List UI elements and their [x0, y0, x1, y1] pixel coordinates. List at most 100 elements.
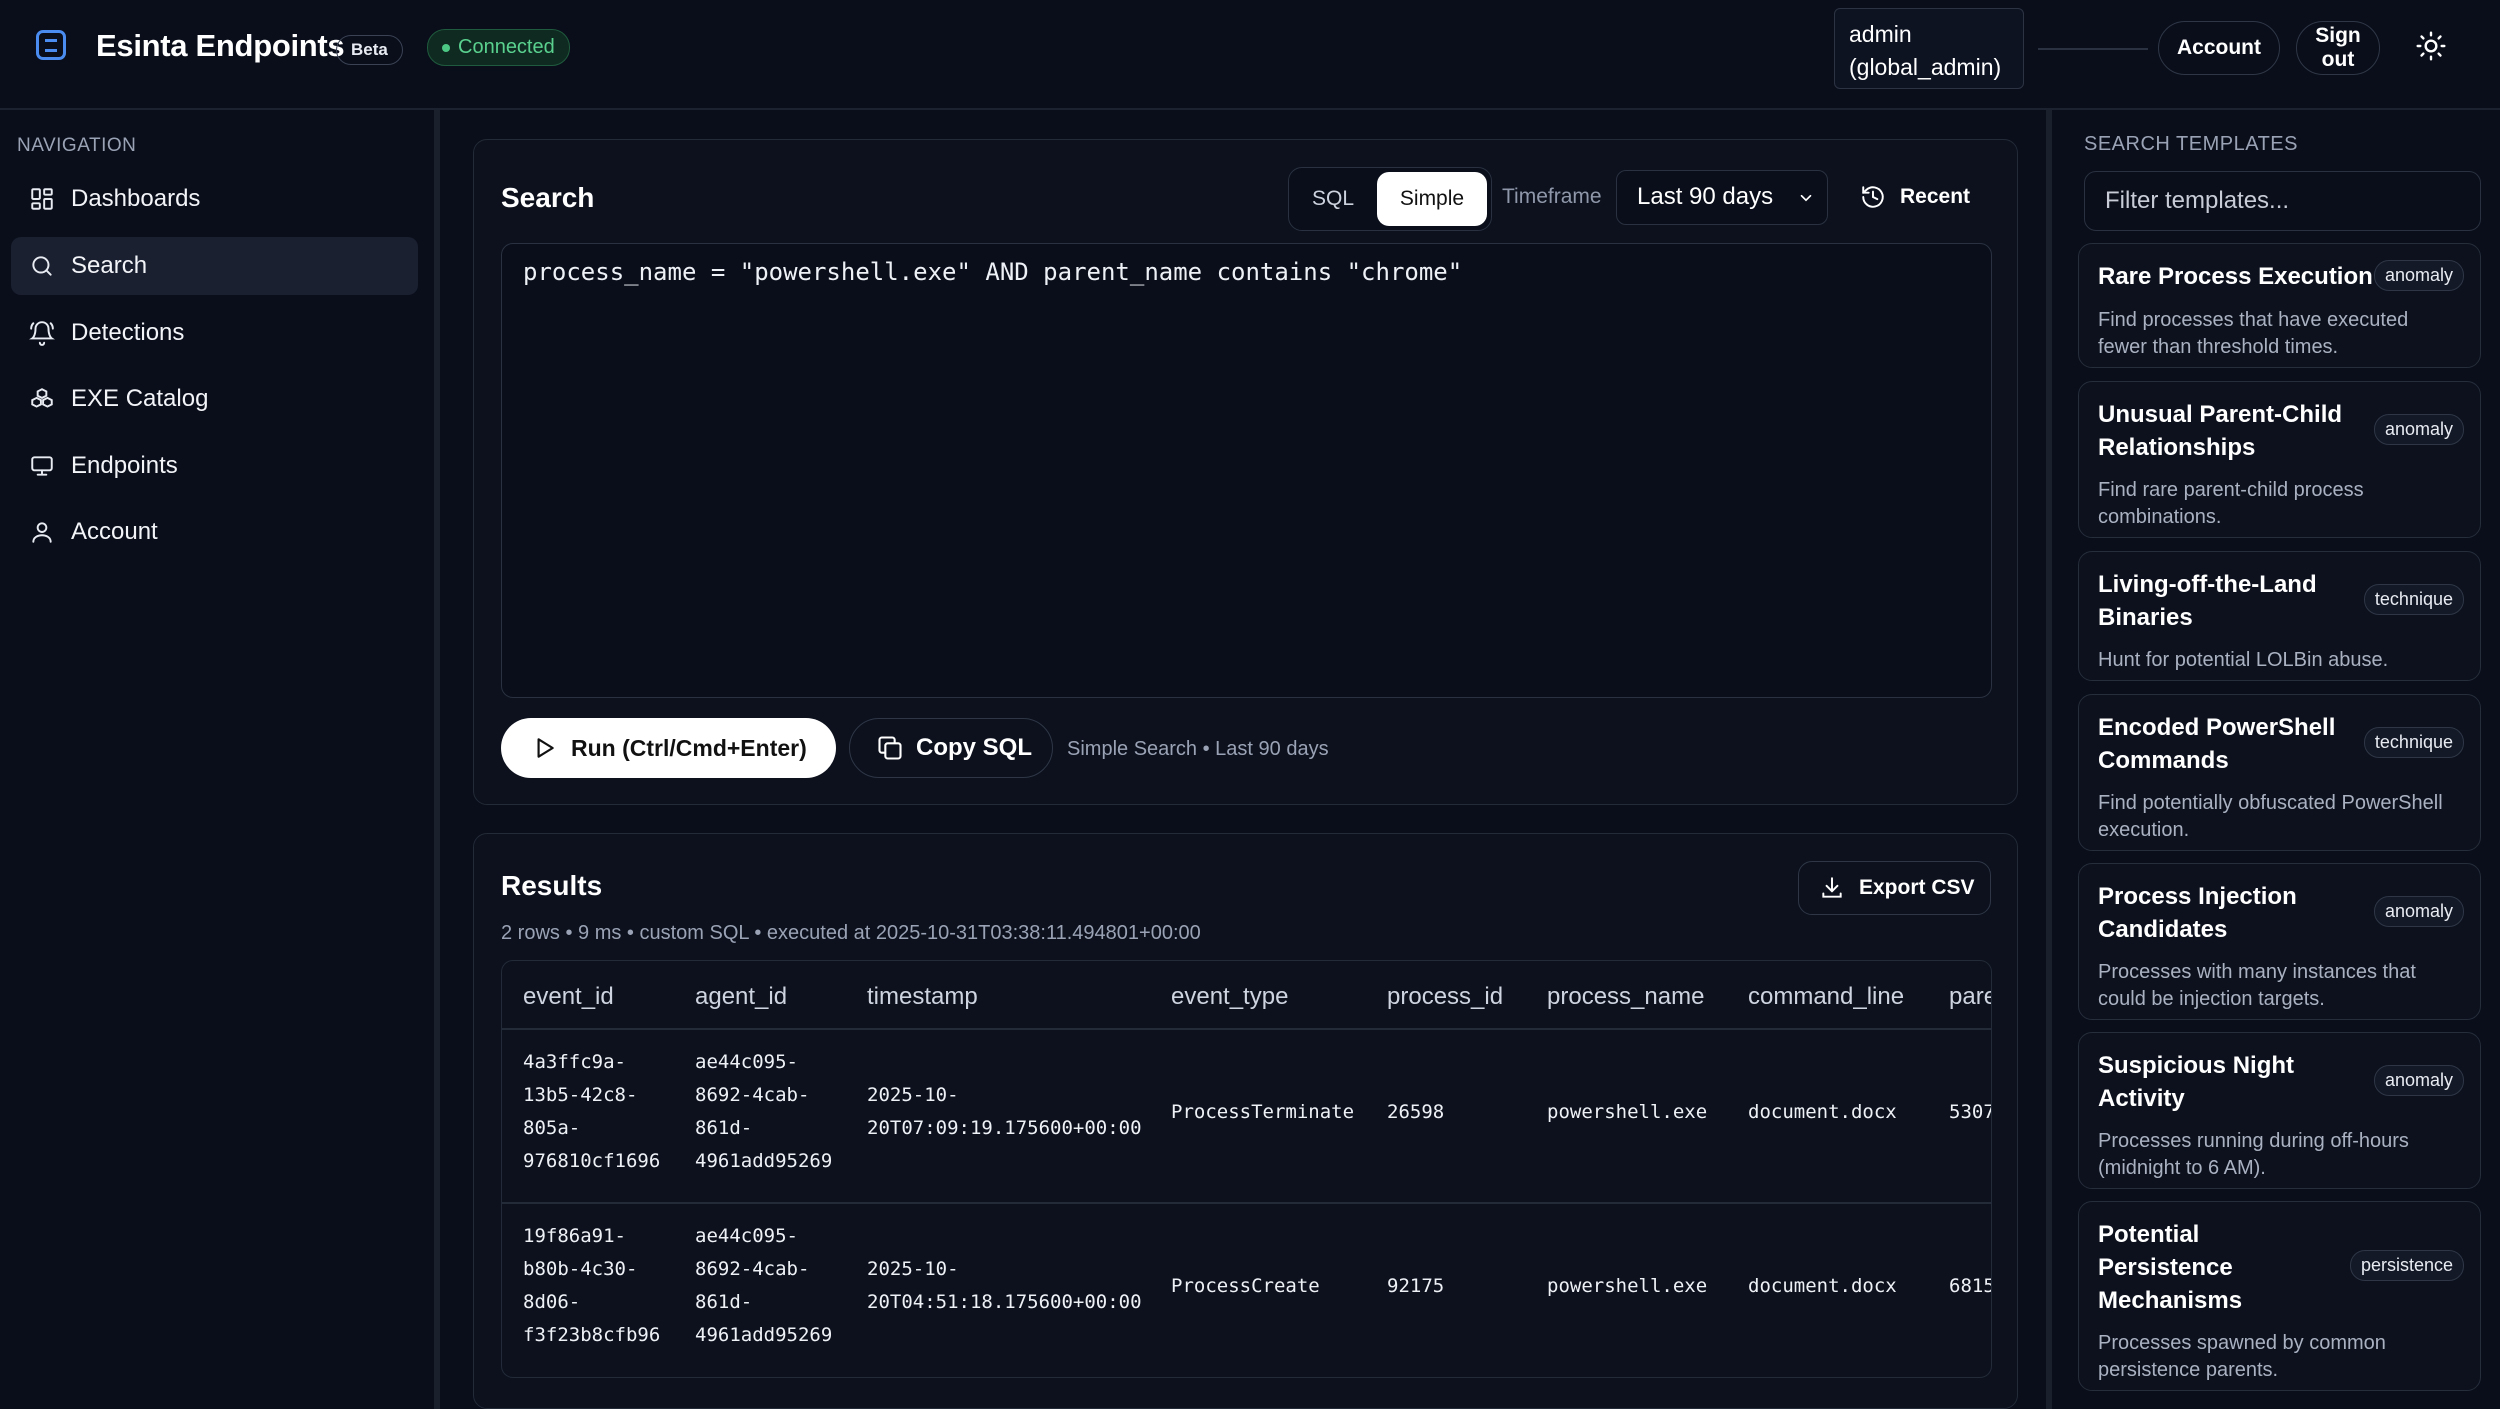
download-icon: [1822, 877, 1842, 898]
search-icon: [32, 256, 52, 276]
header-divider: [502, 1028, 1991, 1030]
sidebar-item-detections[interactable]: Detections: [11, 304, 418, 362]
cell-command-line: document.docx: [1748, 1101, 1897, 1123]
template-title: Rare Process Execution: [2098, 263, 2373, 290]
mode-sql-option[interactable]: SQL: [1293, 172, 1373, 226]
sidebar-item-dashboards[interactable]: Dashboards: [11, 170, 418, 228]
cell-process-id: 26598: [1387, 1101, 1445, 1123]
template-card-parent-child[interactable]: Unusual Parent-Child Relationships anoma…: [2078, 381, 2481, 538]
cell-process-name: powershell.exe: [1547, 1275, 1708, 1297]
sidebar-item-label: Dashboards: [71, 185, 201, 212]
search-card: Search SQL Simple Timeframe Last 90 days…: [473, 139, 2018, 805]
results-card: Results Export CSV 2 rows • 9 ms • custo…: [473, 833, 2018, 1409]
template-badge: anomaly: [2373, 260, 2464, 291]
template-desc: Find processes that have executed fewer …: [2098, 309, 2409, 358]
template-card-night-activity[interactable]: Suspicious Night Activity anomaly Proces…: [2078, 1032, 2481, 1189]
sidebar-item-exe-catalog[interactable]: EXE Catalog: [11, 370, 418, 428]
column-header-parent[interactable]: pare: [1949, 983, 1991, 1011]
user-name: admin: [1849, 21, 1912, 47]
cell-timestamp: 2025-10- 20T04:51:18.175600+00:00: [867, 1258, 1142, 1313]
template-badge: anomaly: [2373, 1065, 2464, 1096]
sidebar-item-label: Detections: [71, 319, 185, 346]
timeframe-value: Last 90 days: [1637, 183, 1774, 210]
template-title: Living-off-the-Land Binaries: [2098, 571, 2317, 631]
recent-button[interactable]: Recent: [1860, 184, 1970, 210]
account-button[interactable]: Account: [2158, 21, 2280, 75]
sign-out-button[interactable]: Sign out: [2296, 21, 2380, 75]
copy-sql-label: Copy SQL: [916, 734, 1033, 761]
templates-panel: SEARCH TEMPLATES Rare Process Execution …: [2046, 110, 2500, 1409]
cell-event-type: ProcessCreate: [1171, 1275, 1320, 1297]
run-button[interactable]: Run (Ctrl/Cmd+Enter): [501, 718, 836, 778]
cell-event-id: 19f86a91- b80b-4c30- 8d06- f3f23b8cfb96: [523, 1225, 661, 1346]
column-header-process-id[interactable]: process_id: [1387, 983, 1503, 1011]
connection-status-label: Connected: [458, 36, 555, 58]
cell-parent: 5307: [1949, 1101, 1992, 1123]
template-desc: Processes running during off-hours (midn…: [2098, 1130, 2409, 1179]
sidebar-item-account[interactable]: Account: [11, 503, 418, 561]
column-header-agent-id[interactable]: agent_id: [695, 983, 787, 1011]
template-desc: Hunt for potential LOLBin abuse.: [2098, 649, 2389, 671]
run-label: Run (Ctrl/Cmd+Enter): [571, 734, 807, 761]
sidebar: NAVIGATION Dashboards Search Detections …: [0, 110, 440, 1409]
results-table: event_id agent_id timestamp event_type p…: [501, 960, 1992, 1378]
nav-heading: NAVIGATION: [17, 135, 137, 156]
monitor-icon: [31, 456, 53, 476]
sidebar-item-label: EXE Catalog: [71, 385, 209, 412]
template-card-rare-process[interactable]: Rare Process Execution anomaly Find proc…: [2078, 243, 2481, 368]
template-badge: persistence: [2349, 1250, 2464, 1281]
column-header-timestamp[interactable]: timestamp: [867, 983, 978, 1011]
search-mode-toggle: SQL Simple: [1288, 167, 1492, 231]
template-card-process-injection[interactable]: Process Injection Candidates anomaly Pro…: [2078, 863, 2481, 1020]
user-role: (global_admin): [1849, 54, 2002, 80]
cell-event-type: ProcessTerminate: [1171, 1101, 1355, 1123]
cell-agent-id: ae44c095- 8692-4cab- 861d- 4961add95269: [695, 1225, 833, 1346]
template-title: Unusual Parent-Child Relationships: [2098, 401, 2343, 461]
cell-process-id: 92175: [1387, 1275, 1445, 1297]
export-csv-label: Export CSV: [1859, 876, 1975, 899]
template-filter-input[interactable]: [2084, 171, 2481, 231]
template-badge: anomaly: [2373, 896, 2464, 927]
row-divider: [502, 1202, 1991, 1204]
template-desc: Find potentially obfuscated PowerShell e…: [2098, 792, 2443, 841]
cell-process-name: powershell.exe: [1547, 1101, 1708, 1123]
connection-status-badge: Connected: [427, 29, 570, 66]
theme-toggle-sun-icon[interactable]: [2415, 30, 2447, 62]
sidebar-item-endpoints[interactable]: Endpoints: [11, 437, 418, 495]
sidebar-item-label: Search: [71, 252, 148, 279]
templates-heading: SEARCH TEMPLATES: [2084, 133, 2298, 155]
column-header-event-type[interactable]: event_type: [1171, 983, 1288, 1011]
column-header-event-id[interactable]: event_id: [523, 983, 614, 1011]
timeframe-label: Timeframe: [1502, 185, 1602, 208]
header-divider: [2038, 48, 2148, 50]
copy-icon: [878, 736, 902, 760]
app-logo-icon[interactable]: [36, 30, 66, 60]
export-csv-button[interactable]: Export CSV: [1798, 861, 1991, 915]
search-meta: Simple Search • Last 90 days: [1067, 738, 1329, 760]
template-title: Encoded PowerShell Commands: [2098, 714, 2336, 774]
template-card-persistence[interactable]: Potential Persistence Mechanisms persist…: [2078, 1201, 2481, 1391]
timeframe-select[interactable]: Last 90 days: [1616, 170, 1828, 225]
cell-event-id: 4a3ffc9a- 13b5-42c8- 805a- 976810cf1696: [523, 1051, 661, 1172]
sidebar-item-search[interactable]: Search: [11, 237, 418, 295]
top-header: Esinta Endpoints Beta Connected admin (g…: [0, 0, 2500, 110]
beta-badge: Beta: [336, 35, 403, 65]
dashboard-icon: [31, 188, 53, 210]
query-editor[interactable]: process_name = "powershell.exe" AND pare…: [501, 243, 1992, 698]
column-header-command-line[interactable]: command_line: [1748, 983, 1904, 1011]
cell-command-line: document.docx: [1748, 1275, 1897, 1297]
play-icon: [537, 738, 554, 758]
status-dot-icon: [442, 44, 450, 52]
recent-label: Recent: [1900, 185, 1971, 208]
mode-simple-option[interactable]: Simple: [1377, 172, 1487, 226]
template-card-lolbin[interactable]: Living-off-the-Land Binaries technique H…: [2078, 551, 2481, 681]
column-header-process-name[interactable]: process_name: [1547, 983, 1704, 1011]
template-card-encoded-powershell[interactable]: Encoded PowerShell Commands technique Fi…: [2078, 694, 2481, 851]
copy-sql-button[interactable]: Copy SQL: [849, 718, 1053, 778]
template-desc: Find rare parent-child process combinati…: [2098, 479, 2364, 528]
search-title: Search: [501, 182, 595, 213]
app-title[interactable]: Esinta Endpoints: [96, 28, 345, 64]
bell-icon: [29, 321, 55, 346]
template-desc: Processes spawned by common persistence …: [2098, 1332, 2386, 1381]
cell-timestamp: 2025-10- 20T07:09:19.175600+00:00: [867, 1084, 1142, 1139]
